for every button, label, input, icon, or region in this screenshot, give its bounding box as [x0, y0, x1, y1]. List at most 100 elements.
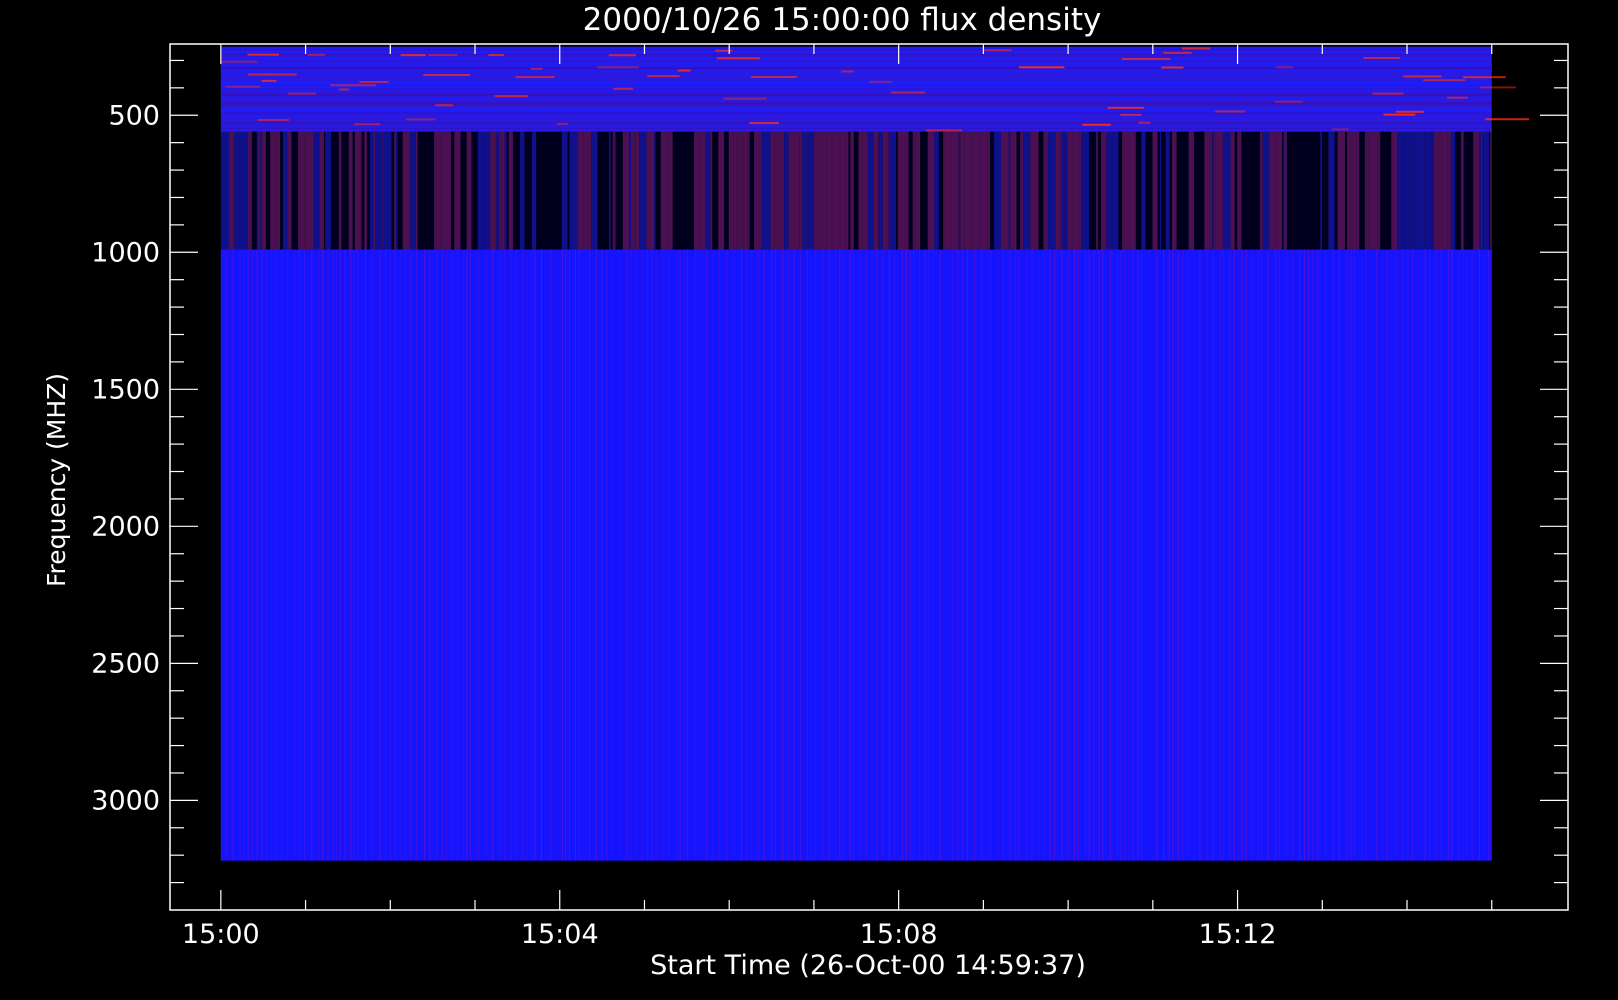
band-high-stripe	[239, 249, 241, 861]
band-mid-column	[660, 131, 669, 250]
band-low-hot-streak	[307, 53, 326, 56]
band-low-hot-streak	[248, 73, 297, 76]
band-high-stripe	[504, 249, 506, 861]
band-high-fill	[220, 249, 1492, 861]
band-mid-column	[747, 131, 750, 250]
band-low-hot-streak	[1107, 106, 1144, 109]
band-high-stripe	[1015, 249, 1017, 861]
band-high-stripe	[799, 249, 801, 861]
band-mid-column	[845, 131, 849, 250]
band-mid-column	[934, 131, 939, 250]
band-high-stripe	[1252, 249, 1254, 861]
band-high-stripe	[1482, 249, 1484, 861]
band-high-stripe	[859, 249, 861, 861]
band-mid-column	[1230, 131, 1235, 250]
band-high-stripe	[1068, 249, 1070, 861]
band-mid-column	[504, 131, 507, 250]
band-high-stripe	[668, 249, 670, 861]
band-high-stripe	[987, 249, 989, 861]
band-low-streak	[220, 129, 1492, 132]
band-mid-column	[1328, 131, 1335, 250]
band-mid-column	[270, 131, 276, 250]
x-tick-label: 15:00	[182, 919, 260, 950]
band-low-hot-streak	[1479, 86, 1516, 89]
band-high-stripe	[220, 249, 222, 861]
band-mid-column	[251, 131, 257, 250]
band-mid-column	[908, 131, 913, 250]
band-high-stripe	[998, 249, 1000, 861]
band-high-stripe	[274, 249, 276, 861]
band-high-stripe	[1317, 249, 1319, 861]
band-high-stripe	[952, 249, 954, 861]
band-high-stripe	[822, 249, 824, 861]
band-low-hot-streak	[750, 75, 797, 78]
band-mid-column	[1283, 131, 1285, 250]
band-mid-column	[1438, 131, 1442, 250]
band-high-stripe	[350, 249, 352, 861]
band-mid-column	[1188, 131, 1195, 250]
band-high-stripe	[619, 249, 621, 861]
band-mid-column	[1447, 131, 1451, 250]
band-low-streak	[220, 103, 1492, 106]
band-low-hot-streak	[261, 79, 277, 82]
band-low-streak	[220, 84, 1492, 86]
band-mid-column	[410, 131, 416, 250]
band-mid-column	[508, 131, 514, 250]
band-mid-column	[256, 131, 259, 250]
band-low-hot-streak	[1276, 66, 1294, 69]
band-low-hot-streak	[613, 87, 634, 90]
band-mid-column	[1347, 131, 1351, 250]
band-mid-column	[799, 131, 803, 250]
band-high-stripe	[1172, 249, 1174, 861]
band-high-stripe	[1206, 249, 1208, 861]
band-mid-column	[1165, 131, 1168, 250]
band-low-hot-streak	[1018, 66, 1065, 69]
band-high-stripe	[1110, 249, 1112, 861]
band-mid-column	[577, 131, 584, 250]
band-mid-column	[494, 131, 497, 250]
band-high-stripe	[304, 249, 306, 861]
band-low-hot-streak	[647, 75, 680, 78]
band-high-stripe	[232, 249, 234, 861]
band-mid-column	[1364, 131, 1367, 250]
band-high-stripe	[530, 249, 532, 861]
band-high-stripe	[574, 249, 576, 861]
band-high-stripe	[332, 249, 334, 861]
band-mid-column	[1482, 131, 1490, 250]
band-high-stripe	[1411, 249, 1413, 861]
band-mid-column	[451, 131, 455, 250]
band-high-stripe	[1471, 249, 1473, 861]
band-high-stripe	[726, 249, 728, 861]
band-mid-column	[1247, 131, 1253, 250]
band-mid-column	[915, 131, 921, 250]
band-high-stripe	[905, 249, 907, 861]
band-high-stripe	[385, 249, 387, 861]
band-mid-column	[754, 131, 762, 250]
band-high-stripe	[1038, 249, 1040, 861]
band-mid-column	[1030, 131, 1037, 250]
band-mid-column	[742, 131, 748, 250]
band-mid-column	[319, 131, 325, 250]
band-mid-column	[688, 131, 695, 250]
band-mid-column	[1135, 131, 1140, 250]
band-high-stripe	[974, 249, 976, 861]
band-high-stripe	[242, 249, 244, 861]
band-high-stripe	[565, 249, 567, 861]
band-high-stripe	[1278, 249, 1280, 861]
band-high-stripe	[1390, 249, 1392, 861]
band-mid-column	[634, 131, 636, 250]
band-high-stripe	[298, 249, 300, 861]
band-mid-column	[466, 131, 472, 250]
band-low-hot-streak	[287, 92, 317, 95]
band-high-stripe	[641, 249, 643, 861]
band-low-hot-streak	[247, 53, 280, 56]
band-high-stripe	[882, 249, 884, 861]
band-high-stripe	[457, 249, 459, 861]
band-mid-column	[654, 131, 656, 250]
band-mid-column	[1000, 131, 1009, 250]
y-tick-label: 3000	[91, 785, 160, 816]
band-mid-column	[262, 131, 266, 250]
band-mid-column	[774, 131, 782, 250]
band-mid-column	[710, 131, 713, 250]
band-high-stripe	[774, 249, 776, 861]
